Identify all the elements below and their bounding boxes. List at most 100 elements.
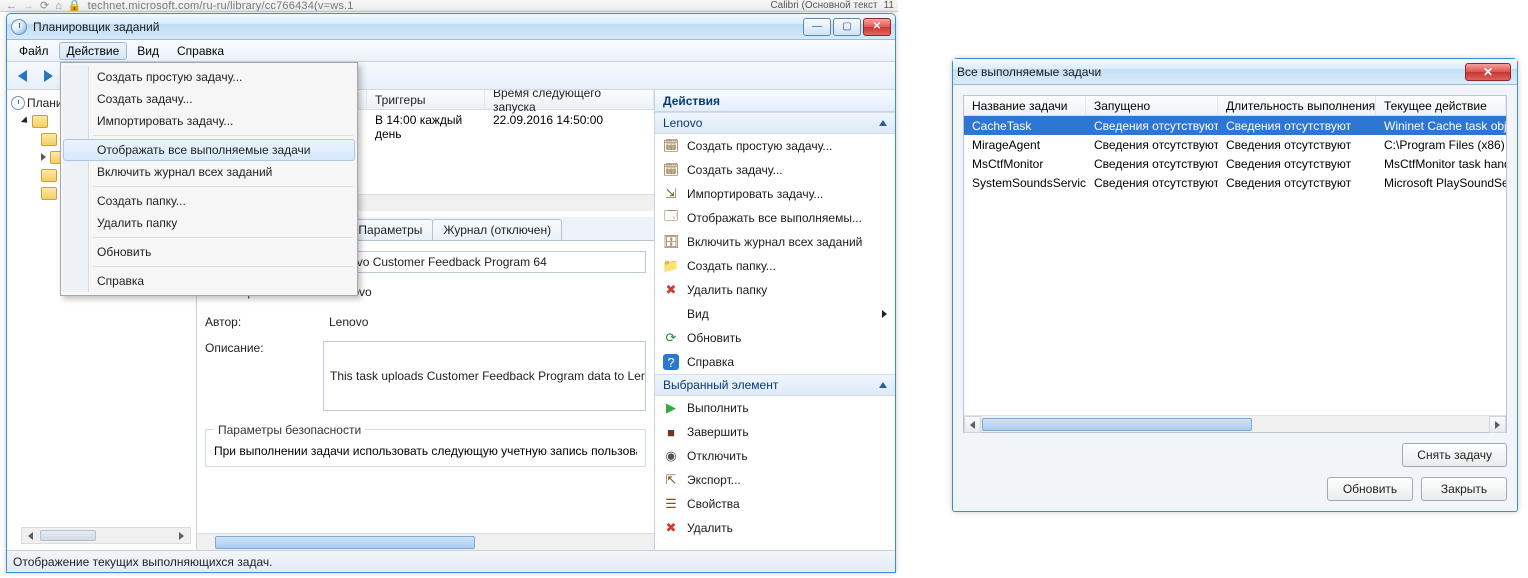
menu-action[interactable]: Действие bbox=[59, 42, 128, 60]
nav-back-button[interactable] bbox=[11, 66, 33, 86]
actions-group-lenovo[interactable]: Lenovo bbox=[655, 112, 895, 134]
menu-view[interactable]: Вид bbox=[129, 42, 167, 60]
action-end[interactable]: ■Завершить bbox=[655, 420, 895, 444]
actions-group-selected[interactable]: Выбранный элемент bbox=[655, 374, 895, 396]
scroll-left-button[interactable] bbox=[22, 528, 39, 543]
close-button[interactable]: ✕ bbox=[863, 18, 891, 36]
running-tasks-list: Название задачи Запущено Длительность вы… bbox=[963, 95, 1507, 433]
scroll-thumb[interactable] bbox=[215, 536, 475, 549]
action-enable-history[interactable]: 🗄Включить журнал всех заданий bbox=[655, 230, 895, 254]
cell-duration: Сведения отсутствуют bbox=[1218, 119, 1376, 133]
cell-current: C:\Program Files (x86) bbox=[1376, 138, 1506, 152]
action-create-basic[interactable]: 🗓Создать простую задачу... bbox=[655, 134, 895, 158]
tree-hscroll[interactable] bbox=[21, 527, 191, 544]
folder-icon bbox=[41, 169, 57, 182]
collapse-caret-icon bbox=[879, 382, 887, 388]
details-hscroll[interactable] bbox=[197, 533, 654, 550]
scroll-right-button[interactable] bbox=[1489, 416, 1506, 433]
menu-file[interactable]: Файл bbox=[11, 42, 57, 60]
home-icon: ⌂ bbox=[55, 0, 62, 12]
action-view[interactable]: Вид bbox=[655, 302, 895, 326]
value-location: \Lenovo bbox=[323, 281, 646, 303]
col-duration[interactable]: Длительность выполнения bbox=[1218, 96, 1376, 115]
list-row[interactable]: MirageAgentСведения отсутствуютСведения … bbox=[964, 135, 1506, 154]
value-name: Lenovo Customer Feedback Program 64 bbox=[323, 251, 646, 273]
action-run[interactable]: ▶Выполнить bbox=[655, 396, 895, 420]
expander-icon[interactable] bbox=[41, 153, 46, 161]
cell-started: Сведения отсутствуют bbox=[1086, 176, 1218, 190]
menuitem-delete-folder[interactable]: Удалить папку bbox=[63, 212, 355, 234]
col-started[interactable]: Запущено bbox=[1086, 96, 1218, 115]
action-disable[interactable]: ◉Отключить bbox=[655, 444, 895, 468]
titlebar[interactable]: Планировщик заданий — ▢ ✕ bbox=[7, 14, 895, 40]
scroll-thumb[interactable] bbox=[40, 530, 96, 541]
tab-history[interactable]: Журнал (отключен) bbox=[432, 219, 562, 240]
cell-duration: Сведения отсутствуют bbox=[1218, 138, 1376, 152]
scroll-left-button[interactable] bbox=[964, 416, 981, 433]
popup-title: Все выполняемые задачи bbox=[957, 65, 1101, 79]
col-task-name[interactable]: Название задачи bbox=[964, 96, 1086, 115]
action-help[interactable]: ?Справка bbox=[655, 350, 895, 374]
actions-group-label: Lenovo bbox=[663, 116, 702, 130]
menuitem-new-folder[interactable]: Создать папку... bbox=[63, 190, 355, 212]
action-export[interactable]: ⇱Экспорт... bbox=[655, 468, 895, 492]
menuitem-show-running[interactable]: Отображать все выполняемые задачи bbox=[63, 139, 355, 161]
collapse-caret-icon bbox=[879, 120, 887, 126]
action-properties[interactable]: ☰Свойства bbox=[655, 492, 895, 516]
menu-help[interactable]: Справка bbox=[169, 42, 232, 60]
tab-settings[interactable]: Параметры bbox=[347, 219, 433, 240]
action-refresh[interactable]: ⟳Обновить bbox=[655, 326, 895, 350]
menuitem-import[interactable]: Импортировать задачу... bbox=[63, 110, 355, 132]
expander-icon[interactable] bbox=[21, 116, 30, 125]
menu-separator bbox=[93, 237, 353, 238]
lock-icon: 🔒 bbox=[68, 0, 82, 12]
cell-duration: Сведения отсутствуют bbox=[1218, 157, 1376, 171]
clock-icon bbox=[11, 96, 25, 110]
nav-forward-button[interactable] bbox=[37, 66, 59, 86]
task-icon: 🗓 bbox=[663, 162, 679, 178]
end-task-button[interactable]: Снять задачу bbox=[1402, 443, 1507, 467]
arrow-right-icon bbox=[44, 70, 53, 82]
list-row[interactable]: MsCtfMonitorСведения отсутствуютСведения… bbox=[964, 154, 1506, 173]
window-title: Планировщик заданий bbox=[33, 20, 159, 34]
menuitem-refresh[interactable]: Обновить bbox=[63, 241, 355, 263]
maximize-button[interactable]: ▢ bbox=[833, 18, 861, 36]
popup-titlebar[interactable]: Все выполняемые задачи ✕ bbox=[953, 59, 1517, 85]
popup-close-button[interactable]: ✕ bbox=[1465, 63, 1511, 81]
action-delete-folder[interactable]: ✖Удалить папку bbox=[655, 278, 895, 302]
url-text: technet.microsoft.com/ru-ru/library/cc76… bbox=[88, 0, 354, 12]
col-next-run[interactable]: Время следующего запуска bbox=[485, 90, 654, 109]
menuitem-create-task[interactable]: Создать задачу... bbox=[63, 88, 355, 110]
delete-icon: ✖ bbox=[663, 282, 679, 298]
list-row[interactable]: SystemSoundsServiceСведения отсутствуютС… bbox=[964, 173, 1506, 192]
reload-icon: ⟳ bbox=[40, 0, 49, 12]
app-clock-icon bbox=[11, 19, 27, 35]
action-show-running[interactable]: 🗔Отображать все выполняемы... bbox=[655, 206, 895, 230]
col-triggers[interactable]: Триггеры bbox=[367, 90, 485, 109]
list-body[interactable]: CacheTaskСведения отсутствуютСведения от… bbox=[964, 116, 1506, 415]
scroll-thumb[interactable] bbox=[982, 418, 1252, 431]
action-new-folder[interactable]: 📁Создать папку... bbox=[655, 254, 895, 278]
help-icon: ? bbox=[663, 354, 679, 370]
menuitem-enable-history[interactable]: Включить журнал всех заданий bbox=[63, 161, 355, 183]
menu-separator bbox=[93, 266, 353, 267]
action-delete[interactable]: ✖Удалить bbox=[655, 516, 895, 540]
scroll-right-button[interactable] bbox=[173, 528, 190, 543]
popup-hscroll[interactable] bbox=[964, 415, 1506, 432]
delete-icon: ✖ bbox=[663, 520, 679, 536]
font-name-box: Calibri (Основной текст bbox=[770, 0, 877, 11]
menu-separator bbox=[93, 135, 353, 136]
menuitem-help[interactable]: Справка bbox=[63, 270, 355, 292]
refresh-button[interactable]: Обновить bbox=[1327, 477, 1413, 501]
close-button[interactable]: Закрыть bbox=[1421, 477, 1507, 501]
folder-icon bbox=[32, 115, 48, 128]
minimize-button[interactable]: — bbox=[803, 18, 831, 36]
cell-name: MsCtfMonitor bbox=[964, 157, 1086, 171]
value-desc: This task uploads Customer Feedback Prog… bbox=[323, 341, 646, 411]
action-create-task[interactable]: 🗓Создать задачу... bbox=[655, 158, 895, 182]
action-import[interactable]: ⇲Импортировать задачу... bbox=[655, 182, 895, 206]
col-current[interactable]: Текущее действие bbox=[1376, 96, 1506, 115]
list-row[interactable]: CacheTaskСведения отсутствуютСведения от… bbox=[964, 116, 1506, 135]
actions-header: Действия bbox=[655, 90, 895, 112]
menuitem-create-basic[interactable]: Создать простую задачу... bbox=[63, 66, 355, 88]
